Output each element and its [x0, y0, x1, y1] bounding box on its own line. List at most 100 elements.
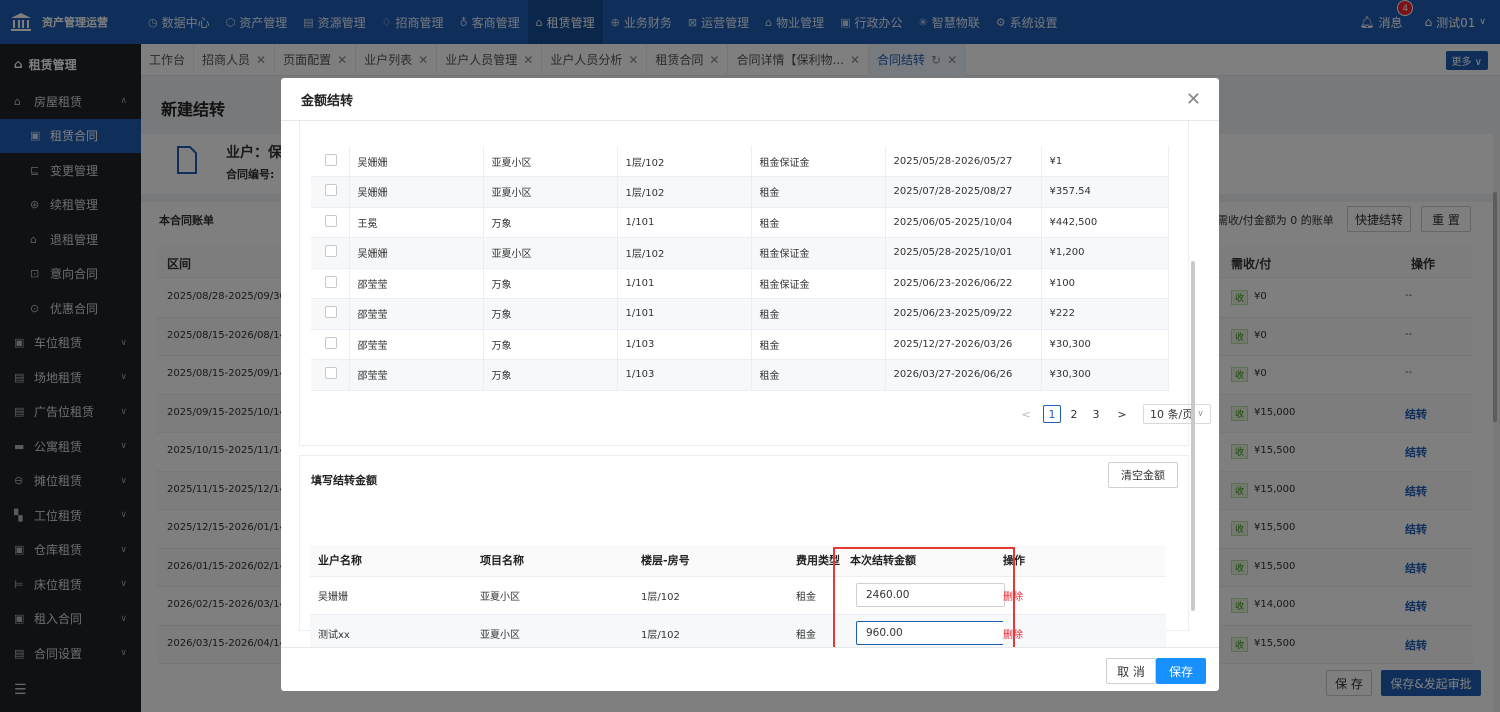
- table-row[interactable]: 吴姗姗 亚夏小区 1层/102 租金保证金 2025/05/28-2025/10/01 ¥…: [311, 237, 1169, 269]
- page-button[interactable]: 2: [1065, 405, 1083, 423]
- cell-owner: 王冕: [349, 207, 484, 238]
- cell-room: 1层/102: [617, 146, 752, 177]
- cell-owner: 吴姗姗: [310, 576, 472, 615]
- cell-period: 2025/07/28-2025/08/27: [885, 176, 1042, 208]
- cell-owner: 邵莹莹: [349, 268, 484, 299]
- cell-project: 万象: [483, 329, 618, 360]
- table-row[interactable]: 邵莹莹 万象 1/101 租金 2025/06/23-2025/09/22 ¥222: [311, 298, 1169, 330]
- chevron-down-icon: ∨: [1197, 409, 1204, 419]
- select-cell[interactable]: [311, 298, 350, 330]
- row-checkbox[interactable]: [325, 245, 337, 258]
- cancel-label: 取 消: [1117, 664, 1145, 679]
- table-row: 测试xx 亚夏小区 1层/102 租金 960.00 删除: [310, 614, 1166, 647]
- page-button[interactable]: 3: [1087, 405, 1105, 423]
- cell-amount: ¥1,200: [1041, 237, 1169, 269]
- carryover-modal: 金额结转 ✕ 吴姗姗 亚夏小区 1层/102 租金保证金 2025/05/28-2026…: [281, 78, 1219, 691]
- cell-owner: 吴姗姗: [349, 146, 484, 177]
- fill-amount-title: 填写结转金额: [311, 474, 377, 487]
- select-cell[interactable]: [311, 207, 350, 238]
- col-op: 操作: [1003, 545, 1166, 577]
- cell-owner: 邵莹莹: [349, 329, 484, 360]
- cell-project: 万象: [483, 207, 618, 238]
- col-room: 楼层-房号: [633, 545, 794, 577]
- page-size-select[interactable]: 10 条/页 ∨: [1143, 404, 1211, 424]
- cancel-button[interactable]: 取 消: [1106, 658, 1156, 684]
- cell-amount: ¥222: [1041, 298, 1169, 330]
- row-checkbox[interactable]: [325, 367, 337, 380]
- modal-scrollbar[interactable]: [1191, 261, 1195, 611]
- cell-owner: 吴姗姗: [349, 237, 484, 269]
- cell-period: 2025/06/23-2025/09/22: [885, 298, 1042, 330]
- table-row[interactable]: 邵莹莹 万象 1/103 租金 2026/03/27-2026/06/26 ¥30,300: [311, 359, 1169, 391]
- highlight-box: [833, 547, 1015, 647]
- cell-amount: ¥442,500: [1041, 207, 1169, 238]
- page-button[interactable]: 1: [1043, 405, 1061, 423]
- save-label: 保存: [1168, 664, 1193, 679]
- table-row[interactable]: 吴姗姗 亚夏小区 1层/102 租金保证金 2025/05/28-2026/05/27 ¥…: [311, 146, 1169, 177]
- select-cell[interactable]: [311, 237, 350, 269]
- cell-type: 租金: [751, 176, 886, 208]
- cell-period: 2025/12/27-2026/03/26: [885, 329, 1042, 360]
- cell-project: 亚夏小区: [483, 146, 618, 177]
- cell-amount: ¥30,300: [1041, 329, 1169, 360]
- select-cell[interactable]: [311, 329, 350, 360]
- cell-amount: ¥1: [1041, 146, 1169, 177]
- select-cell[interactable]: [311, 146, 350, 177]
- modal-body: 吴姗姗 亚夏小区 1层/102 租金保证金 2025/05/28-2026/05/27 ¥…: [281, 121, 1219, 647]
- table-row[interactable]: 王冕 万象 1/101 租金 2025/06/05-2025/10/04 ¥442,500: [311, 207, 1169, 238]
- fill-amount-table: 业户名称 项目名称 楼层-房号 费用类型 本次结转金额 操作 吴姗姗 亚夏小区 1层…: [310, 545, 1166, 647]
- next-page-button[interactable]: >: [1113, 405, 1131, 423]
- cell-room: 1/101: [617, 207, 752, 238]
- cell-type: 租金: [751, 329, 886, 360]
- cell-owner: 测试xx: [310, 614, 472, 647]
- cell-room: 1/103: [617, 329, 752, 360]
- cell-amount: ¥100: [1041, 268, 1169, 299]
- close-icon[interactable]: ✕: [1186, 89, 1201, 110]
- row-checkbox[interactable]: [325, 214, 337, 227]
- cell-op: 删除: [1003, 614, 1166, 647]
- row-checkbox[interactable]: [325, 184, 337, 197]
- select-cell[interactable]: [311, 176, 350, 208]
- cell-room: 1/101: [617, 268, 752, 299]
- row-checkbox[interactable]: [325, 336, 337, 349]
- cell-type: 租金: [751, 298, 886, 330]
- select-cell[interactable]: [311, 268, 350, 299]
- cell-type: 租金: [751, 359, 886, 391]
- clear-amount-button[interactable]: 清空金额: [1108, 462, 1178, 488]
- cell-type: 租金: [751, 207, 886, 238]
- cell-project: 亚夏小区: [472, 614, 633, 647]
- cell-room: 1/101: [617, 298, 752, 330]
- row-checkbox[interactable]: [325, 306, 337, 319]
- cell-type: 租金保证金: [751, 268, 886, 299]
- select-cell[interactable]: [311, 359, 350, 391]
- cell-project: 亚夏小区: [483, 237, 618, 269]
- cell-owner: 吴姗姗: [349, 176, 484, 208]
- table-row[interactable]: 邵莹莹 万象 1/101 租金保证金 2025/06/23-2026/06/22 ¥100: [311, 268, 1169, 299]
- cell-room: 1层/102: [617, 176, 752, 208]
- row-checkbox[interactable]: [325, 153, 337, 166]
- cell-project: 万象: [483, 359, 618, 391]
- modal-title: 金额结转: [301, 93, 354, 109]
- cell-room: 1/103: [617, 359, 752, 391]
- cell-project: 亚夏小区: [472, 576, 633, 615]
- page-size-label: 10 条/页: [1150, 408, 1194, 421]
- cell-period: 2026/03/27-2026/06/26: [885, 359, 1042, 391]
- cell-project: 万象: [483, 268, 618, 299]
- cell-room: 1层/102: [617, 237, 752, 269]
- save-button[interactable]: 保存: [1156, 658, 1206, 684]
- table-row[interactable]: 吴姗姗 亚夏小区 1层/102 租金 2025/07/28-2025/08/27 ¥357…: [311, 176, 1169, 208]
- bill-select-table: 吴姗姗 亚夏小区 1层/102 租金保证金 2025/05/28-2026/05/27 ¥…: [311, 146, 1169, 391]
- cell-type: 租金保证金: [751, 146, 886, 177]
- cell-project: 万象: [483, 298, 618, 330]
- col-project: 项目名称: [472, 545, 633, 577]
- cell-type: 租金保证金: [751, 237, 886, 269]
- prev-page-button[interactable]: <: [1017, 405, 1035, 423]
- clear-amount-label: 清空金额: [1121, 469, 1165, 482]
- cell-period: 2025/06/05-2025/10/04: [885, 207, 1042, 238]
- table-row[interactable]: 邵莹莹 万象 1/103 租金 2025/12/27-2026/03/26 ¥30,300: [311, 329, 1169, 360]
- cell-op: 删除: [1003, 576, 1166, 615]
- cell-room: 1层/102: [633, 614, 794, 647]
- row-checkbox[interactable]: [325, 275, 337, 288]
- cell-amount: ¥357.54: [1041, 176, 1169, 208]
- modal-footer: 取 消 保存: [281, 647, 1219, 691]
